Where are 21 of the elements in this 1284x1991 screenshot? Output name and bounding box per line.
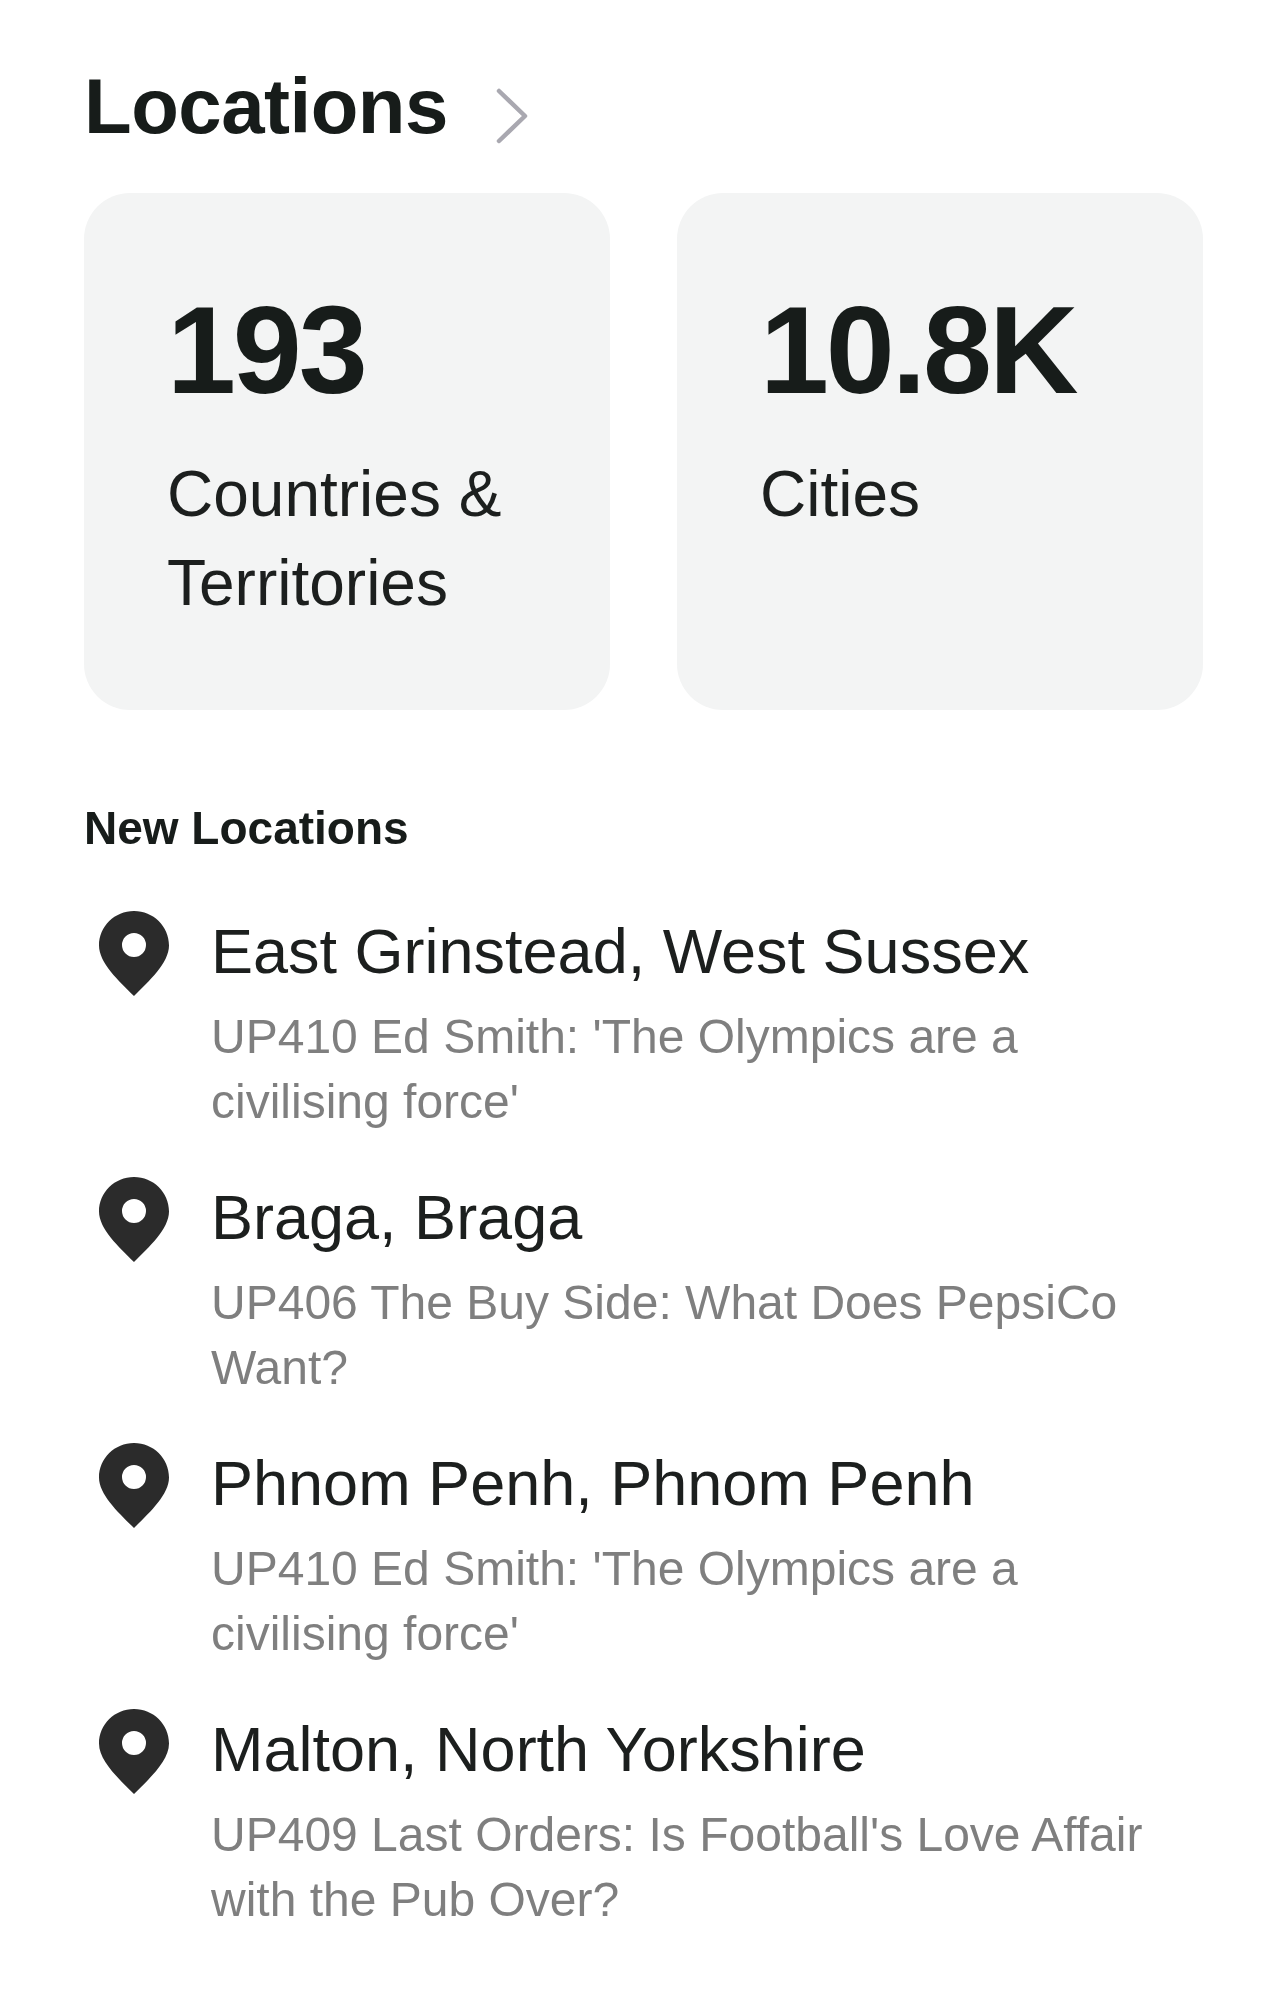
- location-description: UP410 Ed Smith: 'The Olympics are a civilising force': [211, 1009, 1019, 1130]
- stat-value: 10.8K: [760, 288, 1076, 412]
- stat-label: Cities: [760, 457, 922, 532]
- location-description: UP409 Last Orders: Is Football's Love Affair with the Pub Over?: [211, 1807, 1144, 1928]
- stat-card[interactable]: 193 Countries & Territories: [84, 193, 610, 710]
- map-pin-icon: [99, 911, 169, 996]
- map-pin-icon: [99, 1177, 169, 1262]
- location-name[interactable]: Malton, North Yorkshire: [211, 1711, 866, 1787]
- section-title: Locations: [84, 61, 448, 151]
- map-pin-icon: [99, 1443, 169, 1528]
- location-description: UP410 Ed Smith: 'The Olympics are a civilising force': [211, 1541, 1019, 1662]
- stat-card[interactable]: 10.8K Cities: [677, 193, 1203, 710]
- map-pin-icon: [99, 1709, 169, 1794]
- location-name[interactable]: East Grinstead, West Sussex: [211, 913, 1030, 989]
- stat-value: 193: [167, 288, 365, 412]
- location-name[interactable]: Phnom Penh, Phnom Penh: [211, 1445, 975, 1521]
- stat-label: Countries & Territories: [167, 457, 503, 621]
- location-description: UP406 The Buy Side: What Does PepsiCo Want?: [211, 1275, 1119, 1396]
- chevron-right-icon[interactable]: [495, 88, 528, 144]
- section-heading: New Locations: [84, 801, 409, 856]
- location-name[interactable]: Braga, Braga: [211, 1179, 583, 1255]
